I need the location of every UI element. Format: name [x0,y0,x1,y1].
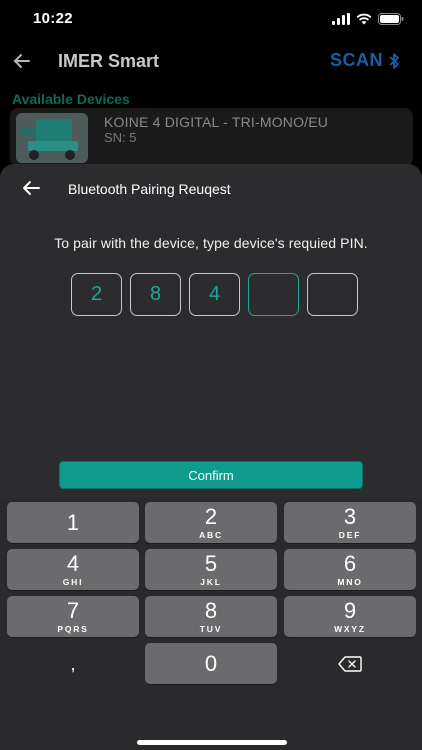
key-letters: PQRS [57,623,89,634]
backspace-icon [338,655,362,672]
scan-button[interactable]: SCAN [330,50,400,71]
key-number: 7 [66,597,80,623]
key-number: 1 [66,509,80,535]
back-arrow-icon[interactable] [22,180,42,196]
key-number: 9 [343,597,357,623]
key-letters: JKL [200,576,222,587]
key-5[interactable]: 5 JKL [145,549,277,590]
pin-digit-box-active[interactable] [248,273,299,316]
key-number: 3 [343,503,357,529]
home-indicator [137,740,287,745]
signal-icon [332,13,350,25]
key-letters: TUV [199,623,223,634]
key-number: , [70,653,76,674]
pin-digit-box[interactable]: 2 [71,273,122,316]
device-image [16,113,88,163]
key-delete[interactable] [284,643,416,684]
key-letters: GHI [62,576,84,587]
key-letters: MNO [337,576,363,587]
pairing-dialog: Bluetooth Pairing Reuqest To pair with t… [0,164,422,750]
key-1[interactable]: 1 [7,502,139,543]
back-arrow-icon[interactable] [12,51,32,71]
wifi-icon [356,13,372,25]
dialog-instruction: To pair with the device, type device's r… [54,235,368,251]
key-number: 4 [66,550,80,576]
pin-input[interactable]: 2 8 4 [71,273,358,316]
pin-digit-box[interactable]: 4 [189,273,240,316]
key-7[interactable]: 7 PQRS [7,596,139,637]
key-number: 8 [204,597,218,623]
status-time: 10:22 [33,10,73,27]
key-number: 2 [204,503,218,529]
pin-digit-box[interactable] [307,273,358,316]
key-0[interactable]: 0 [145,643,277,684]
key-number: 0 [204,650,218,676]
key-4[interactable]: 4 GHI [7,549,139,590]
confirm-button[interactable]: Confirm [59,461,363,489]
status-icons [332,13,404,25]
device-name: KOINE 4 DIGITAL - TRI-MONO/EU [104,114,329,130]
key-letters: ABC [199,529,223,540]
key-6[interactable]: 6 MNO [284,549,416,590]
app-bar: IMER Smart SCAN [0,40,422,84]
bluetooth-icon [389,52,399,69]
key-number: 5 [204,550,218,576]
key-letters: WXYZ [334,623,366,634]
key-number: 6 [343,550,357,576]
key-8[interactable]: 8 TUV [145,596,277,637]
device-serial: SN: 5 [104,130,137,145]
device-list-item[interactable]: KOINE 4 DIGITAL - TRI-MONO/EU SN: 5 [10,108,413,166]
dialog-title: Bluetooth Pairing Reuqest [68,181,231,197]
scan-label: SCAN [329,50,383,70]
app-title: IMER Smart [58,51,160,71]
pin-digit-box[interactable]: 8 [130,273,181,316]
key-2[interactable]: 2 ABC [145,502,277,543]
key-3[interactable]: 3 DEF [284,502,416,543]
key-letters: DEF [338,529,362,540]
numeric-keypad: 1 2 ABC 3 DEF 4 GHI 5 JKL 6 MNO 7 PQRS 8… [0,498,422,750]
battery-icon [378,13,404,25]
available-devices-label: Available Devices [12,91,130,107]
key-comma[interactable]: , [7,643,139,684]
key-9[interactable]: 9 WXYZ [284,596,416,637]
status-bar: 10:22 [0,0,422,40]
